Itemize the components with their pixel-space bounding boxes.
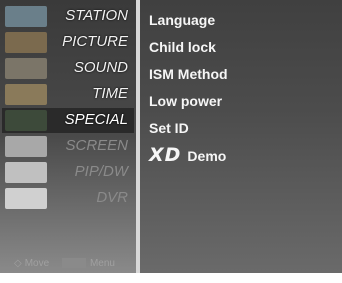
menu-item-pip-dw[interactable]: PIP/DW — [2, 160, 134, 185]
panel-divider — [136, 0, 140, 273]
time-thumbnail-icon — [5, 84, 47, 105]
pip-thumbnail-icon — [5, 162, 47, 183]
menu-item-picture[interactable]: PICTURE — [2, 30, 134, 55]
submenu-item-language[interactable]: Language — [149, 9, 215, 31]
submenu-item-label: Demo — [187, 148, 227, 164]
menu-item-sound[interactable]: SOUND — [2, 56, 134, 81]
submenu-item-child-lock[interactable]: Child lock — [149, 36, 216, 58]
menu-item-dvr[interactable]: DVR — [2, 186, 134, 211]
station-thumbnail-icon — [5, 6, 47, 27]
menu-item-label: TIME — [92, 85, 128, 102]
menu-footer: ◇ Move Menu — [14, 258, 115, 269]
menu-item-label: PIP/DW — [74, 163, 128, 180]
menu-item-special[interactable]: SPECIAL — [2, 108, 134, 133]
main-menu-panel: STATION PICTURE SOUND TIME SPECIAL SCREE… — [0, 0, 136, 273]
tv-osd-screen: STATION PICTURE SOUND TIME SPECIAL SCREE… — [0, 0, 342, 273]
screen-thumbnail-icon — [5, 136, 47, 157]
move-hint: Move — [24, 258, 50, 269]
dvr-thumbnail-icon — [5, 188, 47, 209]
menu-item-screen[interactable]: SCREEN — [2, 134, 134, 159]
menu-item-label: SPECIAL — [64, 111, 128, 128]
menu-item-time[interactable]: TIME — [2, 82, 134, 107]
menu-button-icon — [61, 258, 86, 269]
menu-item-station[interactable]: STATION — [2, 4, 134, 29]
picture-thumbnail-icon — [5, 32, 47, 53]
menu-hint: Menu — [89, 258, 115, 269]
sound-thumbnail-icon — [5, 58, 47, 79]
menu-item-label: SOUND — [73, 59, 128, 76]
xd-logo: XD — [149, 144, 182, 166]
submenu-item-xd-demo[interactable]: XD Demo — [149, 144, 226, 166]
submenu-item-ism-method[interactable]: ISM Method — [149, 63, 228, 85]
menu-item-label: SCREEN — [65, 137, 128, 154]
menu-item-label: PICTURE — [62, 33, 128, 50]
menu-item-label: STATION — [65, 7, 128, 24]
move-arrows-icon: ◇ — [14, 258, 22, 269]
submenu-item-set-id[interactable]: Set ID — [149, 117, 189, 139]
submenu-item-low-power[interactable]: Low power — [149, 90, 222, 112]
menu-item-label: DVR — [96, 189, 128, 206]
special-thumbnail-icon — [5, 110, 47, 131]
